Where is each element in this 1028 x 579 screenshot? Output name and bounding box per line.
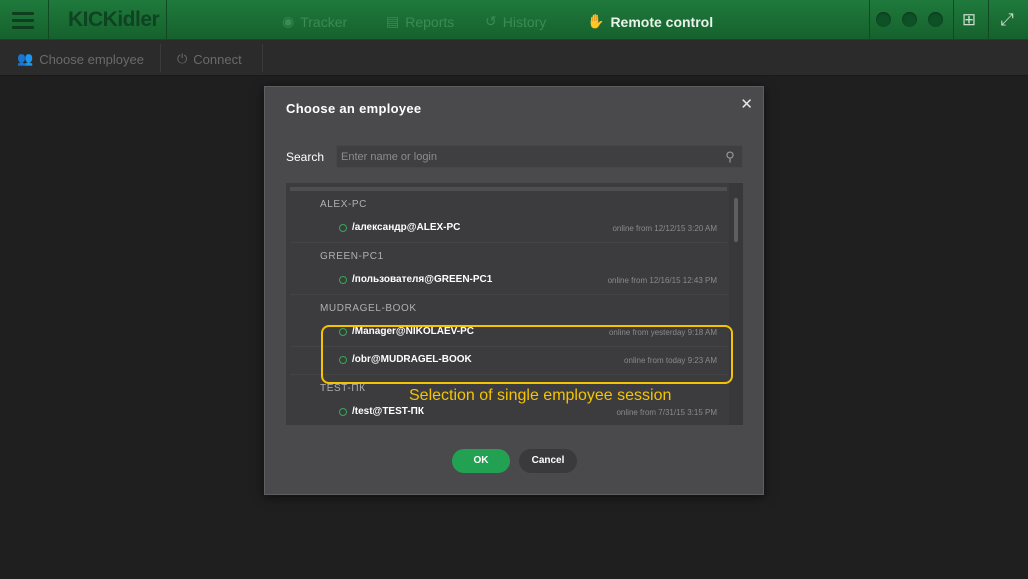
session-row[interactable]: /пользователя@GREEN-PC1 online from 12/1… — [290, 269, 727, 295]
search-box: ⚲ — [336, 145, 743, 168]
cancel-button[interactable]: Cancel — [519, 449, 577, 473]
divider — [160, 44, 161, 72]
divider — [988, 0, 989, 40]
status-dot[interactable] — [928, 12, 943, 27]
divider — [953, 0, 954, 40]
annotation-text: Selection of single employee session — [409, 387, 672, 404]
session-login: /александр@ALEX-PC — [352, 222, 461, 233]
choose-employee-dialog: Choose an employee ✕ Search ⚲ ALEX-PC /а… — [264, 86, 764, 495]
connect-button[interactable]: ⏻ Connect — [177, 51, 242, 67]
nav-reports-label: Reports — [405, 13, 455, 30]
scrollbar-thumb[interactable] — [734, 198, 738, 242]
list-header-bar — [290, 187, 727, 191]
selection-highlight — [321, 325, 733, 384]
nav-history[interactable]: ↺ History — [485, 13, 546, 30]
nav-reports[interactable]: ▤ Reports — [386, 13, 454, 30]
nav-remote-control[interactable]: ✋ Remote control — [587, 13, 713, 30]
remote-control-icon: ✋ — [587, 13, 605, 29]
ok-button[interactable]: OK — [452, 449, 510, 473]
choose-employee-button[interactable]: 👥 Choose employee — [17, 51, 144, 67]
session-since: online from 12/12/15 3:20 AM — [612, 224, 717, 233]
power-icon: ⏻ — [177, 51, 188, 66]
online-status-icon — [339, 408, 347, 416]
users-icon: 👥 — [17, 51, 34, 66]
status-dot[interactable] — [876, 12, 891, 27]
top-bar: KICKidler ◉ Tracker ▤ Reports ↺ History … — [0, 0, 1028, 40]
group-header: GREEN-PC1 — [320, 251, 384, 262]
search-icon[interactable]: ⚲ — [722, 149, 738, 165]
session-login: /пользователя@GREEN-PC1 — [352, 274, 493, 285]
group-header: MUDRAGEL-BOOK — [320, 303, 417, 314]
connect-label: Connect — [193, 51, 242, 67]
divider — [48, 0, 49, 40]
online-status-icon — [339, 224, 347, 232]
nav-tracker-label: Tracker — [300, 13, 348, 30]
document-icon: ▤ — [386, 13, 400, 29]
session-row[interactable]: /александр@ALEX-PC online from 12/12/15 … — [290, 217, 727, 243]
add-window-icon[interactable]: ⊞ — [958, 9, 980, 31]
session-since: online from 7/31/15 3:15 PM — [616, 408, 717, 417]
toolbar: 👥 Choose employee ⏻ Connect — [0, 40, 1028, 76]
app-logo: KICKidler — [68, 8, 160, 31]
divider — [166, 0, 167, 40]
search-input[interactable] — [341, 149, 711, 165]
status-dot[interactable] — [902, 12, 917, 27]
divider — [869, 0, 870, 40]
nav-remote-control-label: Remote control — [610, 13, 714, 30]
online-status-icon — [339, 276, 347, 284]
group-header: TEST-ПК — [320, 383, 366, 394]
search-label: Search — [286, 150, 325, 164]
nav-tracker[interactable]: ◉ Tracker — [282, 13, 347, 30]
choose-employee-label: Choose employee — [39, 51, 144, 67]
history-icon: ↺ — [485, 13, 497, 29]
list-scrollbar[interactable] — [729, 183, 743, 425]
dialog-title: Choose an employee — [286, 101, 422, 116]
group-header: ALEX-PC — [320, 199, 367, 210]
session-since: online from 12/16/15 12:43 PM — [607, 276, 717, 285]
hamburger-menu-icon[interactable] — [10, 8, 38, 32]
fullscreen-icon[interactable]: ⤢ — [996, 9, 1018, 31]
nav-history-label: History — [502, 13, 547, 30]
close-icon[interactable]: ✕ — [740, 95, 753, 113]
divider — [262, 44, 263, 72]
eye-icon: ◉ — [282, 13, 295, 29]
session-login: /test@TEST-ПК — [352, 406, 424, 417]
